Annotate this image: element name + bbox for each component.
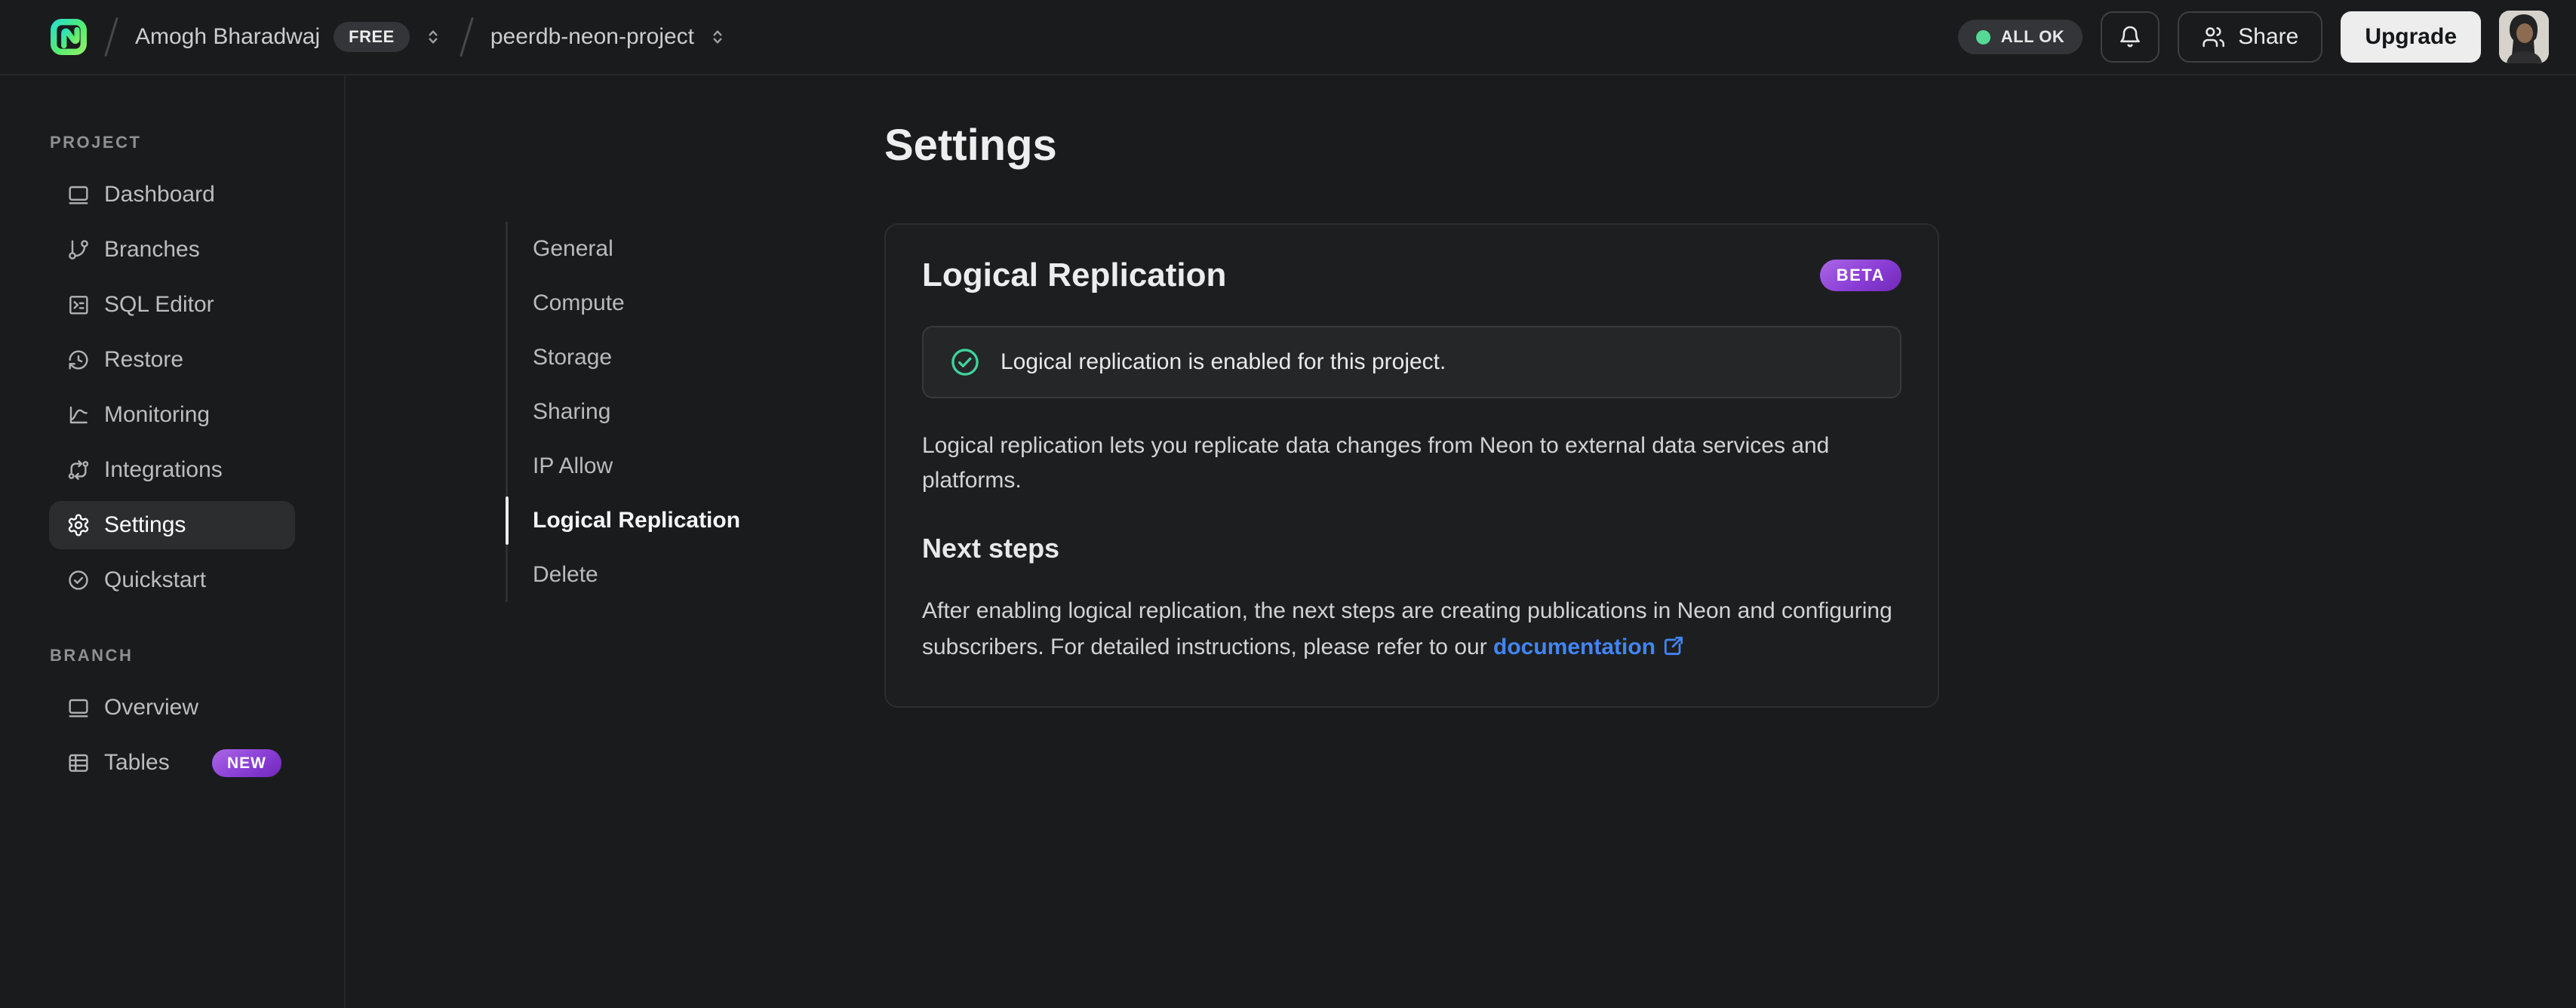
check-circle-icon: [951, 349, 979, 376]
sidebar-item-overview[interactable]: Overview: [49, 684, 295, 732]
content: PROJECT Dashboard Branches SQL Editor Re…: [0, 75, 2576, 1008]
notifications-button[interactable]: [2101, 11, 2160, 63]
main-panel: Settings General Compute Storage Sharing…: [346, 75, 2576, 1008]
table-icon: [69, 754, 88, 772]
sidebar-item-monitoring[interactable]: Monitoring: [49, 391, 295, 439]
sidebar-item-label: Integrations: [104, 457, 223, 482]
card-description: Logical replication lets you replicate d…: [922, 433, 1830, 493]
settings-nav-general[interactable]: General: [508, 222, 740, 276]
next-steps-text: After enabling logical replication, the …: [922, 593, 1901, 665]
terminal-square-icon: [69, 296, 88, 315]
logical-replication-card: Logical Replication BETA Logical replica…: [884, 223, 1939, 708]
beta-badge: BETA: [1819, 260, 1901, 291]
org-name: Amogh Bharadwaj: [135, 24, 321, 49]
settings-nav-compute[interactable]: Compute: [508, 276, 740, 330]
history-icon: [69, 350, 88, 370]
status-ok-dot: [1975, 29, 1990, 45]
sidebar-item-label: SQL Editor: [104, 292, 214, 317]
upgrade-button[interactable]: Upgrade: [2341, 11, 2481, 63]
chart-line-icon: [69, 406, 88, 424]
org-selector[interactable]: Amogh Bharadwaj FREE: [135, 22, 443, 52]
window-icon: [69, 186, 88, 204]
avatar-image: [2499, 11, 2549, 63]
sidebar-item-label: Quickstart: [104, 567, 207, 592]
sidebar-item-label: Branches: [104, 237, 200, 262]
settings-nav-ip-allow[interactable]: IP Allow: [508, 439, 740, 493]
user-avatar[interactable]: [2499, 11, 2549, 63]
settings-nav-storage[interactable]: Storage: [508, 330, 740, 385]
project-selector[interactable]: peerdb-neon-project: [490, 24, 727, 50]
share-label: Share: [2238, 24, 2299, 49]
sync-arrows-icon: [68, 460, 89, 480]
success-alert: Logical replication is enabled for this …: [922, 326, 1901, 398]
sidebar-item-dashboard[interactable]: Dashboard: [49, 171, 295, 219]
external-link-icon[interactable]: [1661, 634, 1686, 658]
sidebar-item-quickstart[interactable]: Quickstart: [49, 556, 295, 604]
sidebar-item-label: Monitoring: [104, 402, 211, 427]
plan-badge: FREE: [334, 22, 410, 52]
status-badge[interactable]: ALL OK: [1957, 20, 2083, 54]
breadcrumb: Amogh Bharadwaj FREE peerdb-neon-project: [50, 17, 1958, 57]
topbar-actions: ALL OK Share Upgrade: [1957, 11, 2549, 63]
chevron-updown-icon: [429, 30, 438, 44]
sidebar-item-label: Restore: [104, 347, 184, 372]
documentation-link[interactable]: documentation: [1493, 635, 1655, 659]
sidebar-item-branches[interactable]: Branches: [49, 226, 295, 274]
card-header: Logical Replication BETA: [922, 257, 1901, 294]
sidebar-item-restore[interactable]: Restore: [49, 336, 295, 384]
topbar: Amogh Bharadwaj FREE peerdb-neon-project…: [0, 0, 2576, 75]
sidebar: PROJECT Dashboard Branches SQL Editor Re…: [0, 75, 346, 1008]
sidebar-item-tables[interactable]: Tables NEW: [49, 739, 295, 787]
sidebar-item-settings[interactable]: Settings: [49, 501, 295, 549]
settings-nav: General Compute Storage Sharing IP Allow…: [505, 222, 740, 602]
sidebar-item-sql-editor[interactable]: SQL Editor: [49, 281, 295, 329]
sidebar-item-integrations[interactable]: Integrations: [49, 446, 295, 494]
chevron-updown-icon: [713, 30, 722, 44]
settings-nav-sharing[interactable]: Sharing: [508, 385, 740, 439]
users-icon: [2203, 27, 2225, 48]
status-label: ALL OK: [2000, 27, 2065, 46]
new-badge: NEW: [212, 748, 281, 777]
page-title: Settings: [884, 121, 1057, 170]
bell-icon: [2120, 26, 2141, 48]
breadcrumb-divider: [460, 17, 474, 57]
window-icon: [69, 699, 88, 718]
sidebar-item-label: Tables: [104, 750, 170, 775]
sidebar-section-branch: BRANCH: [50, 646, 134, 665]
alert-text: Logical replication is enabled for this …: [1001, 349, 1446, 374]
share-button[interactable]: Share: [2178, 11, 2323, 63]
neon-logo-icon: [51, 19, 87, 55]
card-title: Logical Replication: [922, 257, 1227, 293]
neon-logo[interactable]: [50, 18, 88, 56]
sidebar-item-label: Settings: [104, 512, 186, 537]
sidebar-section-project: PROJECT: [50, 133, 142, 152]
gear-icon: [68, 514, 89, 536]
sidebar-item-label: Dashboard: [104, 182, 215, 207]
next-steps-title: Next steps: [922, 533, 1060, 564]
breadcrumb-divider: [104, 17, 118, 57]
next-steps-text-body: After enabling logical replication, the …: [922, 598, 1892, 659]
git-branch-icon: [69, 240, 88, 260]
project-name: peerdb-neon-project: [490, 24, 695, 49]
upgrade-label: Upgrade: [2365, 24, 2457, 49]
sidebar-item-label: Overview: [104, 695, 199, 720]
settings-nav-delete[interactable]: Delete: [508, 548, 740, 602]
check-circle-icon: [69, 570, 88, 590]
settings-nav-logical-replication[interactable]: Logical Replication: [505, 493, 740, 548]
